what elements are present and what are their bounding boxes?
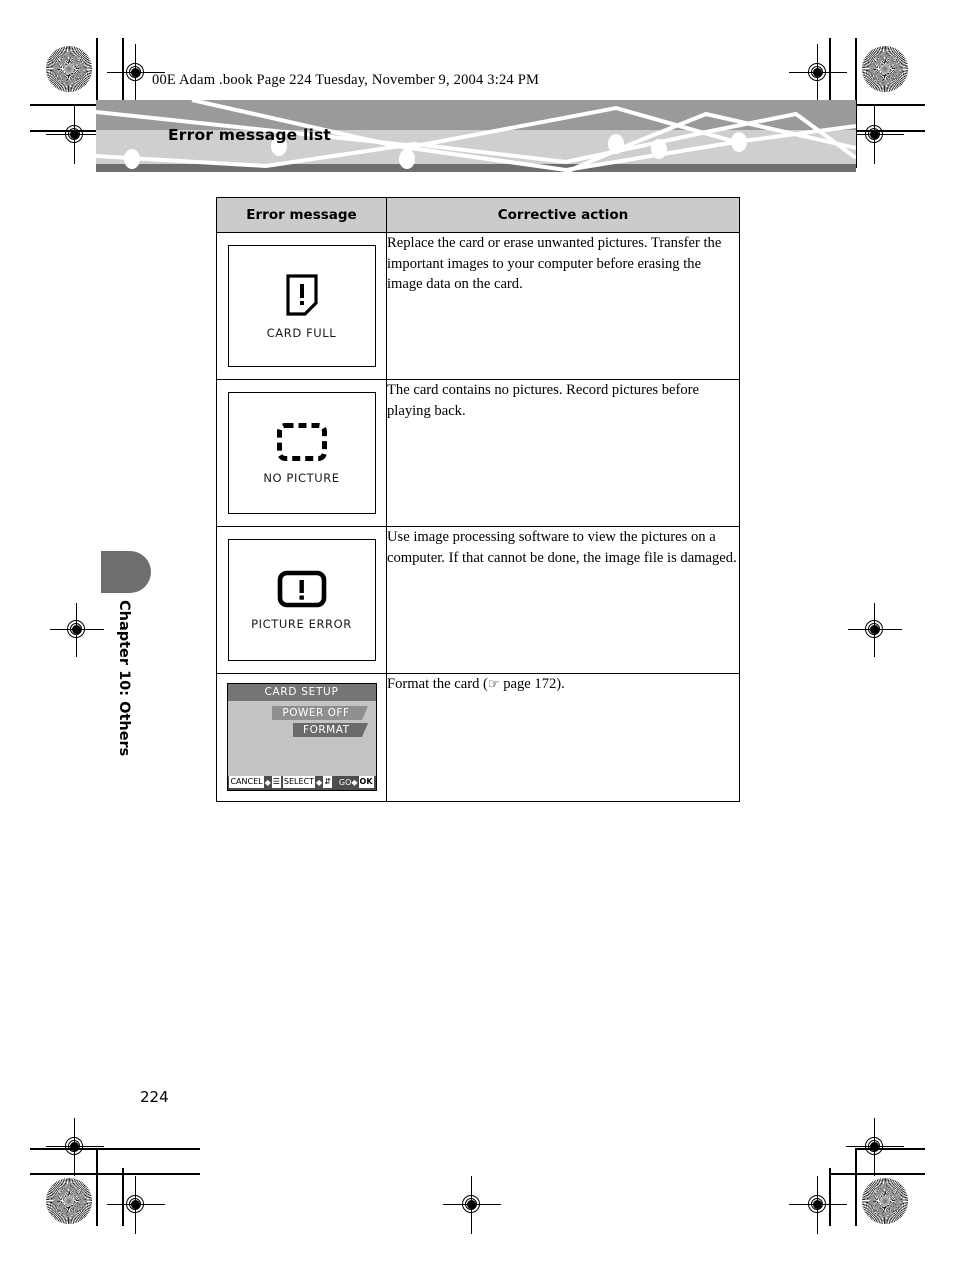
registration-mark-bottom-left: [46, 1118, 104, 1176]
crop-mark-bottom-right-h2: [829, 1173, 925, 1175]
color-rosette-top-left: [46, 46, 92, 92]
camera-screen-box: PICTURE ERROR: [227, 539, 376, 661]
camera-screen-box: NO PICTURE: [227, 392, 376, 514]
registration-mark-top-right: [789, 44, 847, 102]
page-number: 224: [140, 1088, 169, 1106]
error-message-cell: CARD SETUP POWER OFF FORMAT CANCEL ◆ ☰ SELE…: [216, 673, 387, 802]
registration-mark-top-left: [107, 44, 165, 102]
card-full-icon: [285, 273, 318, 316]
error-message-cell: NO PICTURE: [216, 379, 387, 527]
section-banner: Error message list: [96, 100, 856, 172]
card-setup-screen: CARD SETUP POWER OFF FORMAT CANCEL ◆ ☰ SELE…: [226, 683, 377, 791]
registration-mark-bottom-center-right: [789, 1176, 847, 1234]
screen-label: NO PICTURE: [263, 470, 340, 485]
lcd-select-label: SELECT: [282, 776, 316, 788]
chapter-tab-label: Chapter 10: Others: [116, 600, 132, 757]
color-rosette-top-right: [862, 46, 908, 92]
crop-mark-bottom-left-h2: [30, 1173, 200, 1175]
registration-mark-right-middle: [848, 603, 902, 657]
registration-mark-bottom-right: [846, 1118, 904, 1176]
corrective-action-cell: The card contains no pictures. Record pi…: [386, 379, 740, 527]
crop-mark-top-right-h: [855, 104, 925, 106]
color-rosette-bottom-left: [46, 1178, 92, 1224]
camera-screen-box: CARD FULL: [227, 245, 376, 367]
crop-mark-bottom-left-h: [30, 1148, 200, 1150]
registration-mark-bottom-center-left: [107, 1176, 165, 1234]
lcd-title: CARD SETUP: [227, 684, 376, 701]
picture-error-icon: [277, 570, 326, 607]
screen-label: CARD FULL: [266, 325, 337, 340]
chapter-tab-marker: [101, 551, 151, 593]
registration-mark-bottom-center: [443, 1176, 501, 1234]
registration-mark-right-upper: [846, 106, 904, 164]
lcd-ok-label: OK: [358, 776, 374, 788]
menu-icon: ☰: [271, 776, 281, 788]
table-row: CARD SETUP POWER OFF FORMAT CANCEL ◆ ☰ SELE…: [216, 673, 740, 802]
lcd-go-label: GO: [338, 778, 352, 787]
action-text-prefix: Format the card (: [387, 676, 488, 692]
pointing-hand-icon: ☞: [487, 677, 500, 692]
action-text-suffix: page 172).: [499, 676, 565, 692]
table-header-row: Error message Corrective action: [216, 197, 740, 233]
column-header-error-message: Error message: [216, 197, 387, 233]
corrective-action-cell: Format the card (☞ page 172).: [386, 673, 740, 802]
updown-icon: ⇵: [323, 776, 332, 788]
lcd-go-arrow: ◆: [351, 778, 358, 787]
crop-mark-bottom-left-v: [96, 1148, 98, 1226]
running-head: 00E Adam .book Page 224 Tuesday, Novembe…: [152, 72, 540, 88]
column-header-corrective-action: Corrective action: [386, 197, 740, 233]
crop-mark-bottom-right-v: [855, 1148, 857, 1226]
registration-mark-left-upper: [46, 106, 104, 164]
lcd-option-format[interactable]: FORMAT: [293, 723, 368, 737]
error-message-cell: CARD FULL: [216, 232, 387, 380]
lcd-option-power-off[interactable]: POWER OFF: [272, 706, 368, 720]
corrective-action-cell: Use image processing software to view th…: [386, 526, 740, 674]
banner-title: Error message list: [168, 126, 332, 144]
lcd-status-bar: CANCEL ◆ ☰ SELECT ◆ ⇵ GO◆ OK: [227, 776, 376, 790]
lcd-cancel-label: CANCEL: [229, 776, 264, 788]
lcd-cancel-arrow: ◆: [264, 778, 271, 787]
error-message-table: Error message Corrective action CARD FUL…: [216, 197, 740, 802]
registration-mark-left-middle: [50, 603, 104, 657]
screen-label: PICTURE ERROR: [251, 616, 352, 631]
table-row: PICTURE ERROR Use image processing softw…: [216, 526, 740, 674]
table-row: CARD FULL Replace the card or erase unwa…: [216, 232, 740, 380]
corrective-action-cell: Replace the card or erase unwanted pictu…: [386, 232, 740, 380]
lcd-select-arrow: ◆: [316, 778, 323, 787]
error-message-cell: PICTURE ERROR: [216, 526, 387, 674]
no-picture-icon: [276, 422, 327, 461]
table-row: NO PICTURE The card contains no pictures…: [216, 379, 740, 527]
color-rosette-bottom-right: [862, 1178, 908, 1224]
